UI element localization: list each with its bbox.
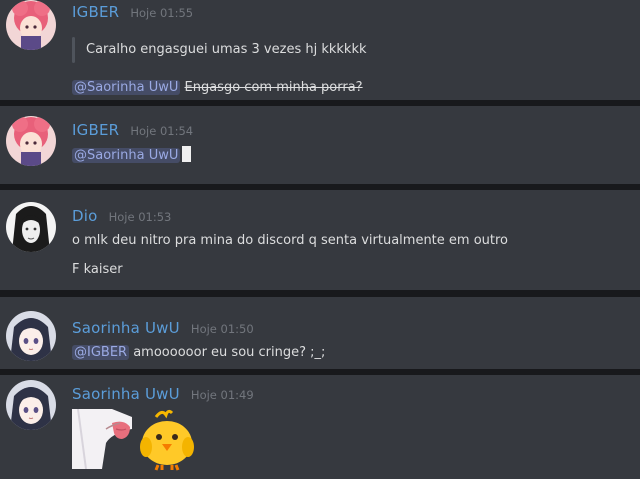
avatar-saorinha[interactable] (6, 311, 56, 361)
user-mention[interactable]: @IGBER (72, 345, 130, 360)
message-igber-0155: IGBER Hoje 01:55 Caralho engasguei umas … (0, 0, 640, 100)
quote-text: Caralho engasguei umas 3 vezes hj kkkkkk (86, 42, 367, 57)
message-content: @Saorinha UwU Engasgo com minha porra? (72, 80, 363, 95)
message-header: Saorinha UwU Hoje 01:50 (72, 318, 254, 337)
timestamp: Hoje 01:55 (130, 6, 194, 20)
saorinha-avatar-icon (6, 380, 56, 430)
message-header: Dio Hoje 01:53 (72, 206, 171, 225)
message-header: IGBER Hoje 01:54 (72, 120, 193, 139)
message-line: o mlk deu nitro pra mina do discord q se… (72, 233, 509, 248)
dio-avatar-icon (6, 202, 56, 252)
message-header: Saorinha UwU Hoje 01:49 (72, 384, 254, 403)
user-mention[interactable]: @Saorinha UwU (72, 148, 181, 163)
message-dio-0153: Dio Hoje 01:53 o mlk deu nitro pra mina … (0, 190, 640, 290)
timestamp: Hoje 01:54 (130, 124, 194, 138)
emoji-placeholder-icon (182, 146, 192, 162)
avatar-saorinha[interactable] (6, 380, 56, 430)
timestamp: Hoje 01:53 (108, 210, 172, 224)
timestamp: Hoje 01:50 (190, 322, 254, 336)
message-line: F kaiser (72, 262, 123, 277)
message-content: @Saorinha UwU (72, 146, 192, 163)
message-header: IGBER Hoje 01:55 (72, 2, 193, 21)
username[interactable]: Saorinha UwU (72, 319, 180, 337)
message-text: amoooooor eu sou cringe? ;_; (133, 345, 326, 360)
message-saorinha-0150: Saorinha UwU Hoje 01:50 @IGBER amoooooor… (0, 297, 640, 369)
saorinha-avatar-icon (6, 311, 56, 361)
tongue-sticker-icon[interactable] (72, 408, 132, 470)
strikethrough-text: Engasgo com minha porra? (184, 80, 363, 95)
username[interactable]: Saorinha UwU (72, 385, 180, 403)
message-saorinha-0149: Saorinha UwU Hoje 01:49 (0, 375, 640, 479)
timestamp: Hoje 01:49 (190, 388, 254, 402)
avatar-igber[interactable] (6, 116, 56, 166)
user-mention[interactable]: @Saorinha UwU (72, 80, 181, 95)
message-content: @IGBER amoooooor eu sou cringe? ;_; (72, 345, 325, 360)
avatar-dio[interactable] (6, 202, 56, 252)
avatar-igber[interactable] (6, 0, 56, 50)
username[interactable]: Dio (72, 207, 98, 225)
message-igber-0154: IGBER Hoje 01:54 @Saorinha UwU (0, 106, 640, 184)
igber-avatar-icon (6, 0, 56, 50)
chick-emoji-icon[interactable] (136, 407, 198, 471)
igber-avatar-icon (6, 116, 56, 166)
username[interactable]: IGBER (72, 121, 119, 139)
quote-bar (72, 37, 75, 63)
username[interactable]: IGBER (72, 3, 119, 21)
